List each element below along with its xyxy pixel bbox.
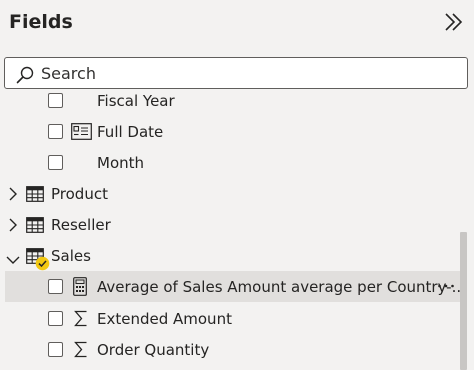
measure-row-average-sales[interactable]: Average of Sales Amount average per Coun… [5, 271, 466, 302]
field-checkbox[interactable] [48, 124, 63, 139]
fields-tree: Fiscal Year Full Date Month Product Rese… [0, 93, 474, 370]
table-row-product[interactable]: Product [0, 179, 460, 210]
field-row-full-date[interactable]: Full Date [0, 117, 460, 148]
field-label: Order Quantity [97, 341, 210, 359]
field-checkbox[interactable] [48, 311, 63, 326]
table-icon [26, 186, 44, 206]
field-row-month[interactable]: Month [0, 148, 460, 179]
table-row-reseller[interactable]: Reseller [0, 210, 460, 241]
chevron-right-icon[interactable] [8, 217, 18, 237]
measure-label: Average of Sales Amount average per Coun… [97, 278, 466, 296]
table-icon [26, 217, 44, 237]
date-field-icon [71, 123, 92, 144]
calculator-icon [73, 277, 87, 300]
field-label: Fiscal Year [97, 93, 175, 110]
sigma-icon [74, 341, 88, 362]
table-label: Reseller [51, 216, 111, 234]
field-label: Full Date [97, 123, 164, 141]
field-checkbox[interactable] [48, 155, 63, 170]
field-row-extended-amount[interactable]: Extended Amount [0, 303, 460, 334]
table-row-sales[interactable]: Sales [0, 241, 460, 272]
chevron-down-icon[interactable] [5, 250, 21, 269]
search-box[interactable] [4, 57, 468, 89]
field-label: Extended Amount [97, 310, 232, 328]
table-label: Sales [51, 247, 91, 265]
fields-pane: Fields Fiscal Year [0, 0, 474, 370]
fields-pane-header: Fields [0, 0, 474, 50]
scrollbar-thumb[interactable] [460, 232, 467, 370]
search-input[interactable] [41, 60, 451, 86]
search-icon [15, 65, 35, 85]
sigma-icon [74, 310, 88, 331]
table-label: Product [51, 185, 108, 203]
pane-title: Fields [9, 11, 73, 33]
field-checkbox[interactable] [48, 93, 63, 108]
chevron-right-icon[interactable] [8, 186, 18, 206]
more-options-icon[interactable] [436, 276, 456, 296]
field-checkbox[interactable] [48, 342, 63, 357]
field-row-fiscal-year[interactable]: Fiscal Year [0, 93, 460, 117]
field-row-order-quantity[interactable]: Order Quantity [0, 334, 460, 365]
field-label: Month [97, 154, 145, 172]
field-checkbox[interactable] [48, 279, 63, 294]
double-chevron-right-icon[interactable] [444, 11, 464, 33]
